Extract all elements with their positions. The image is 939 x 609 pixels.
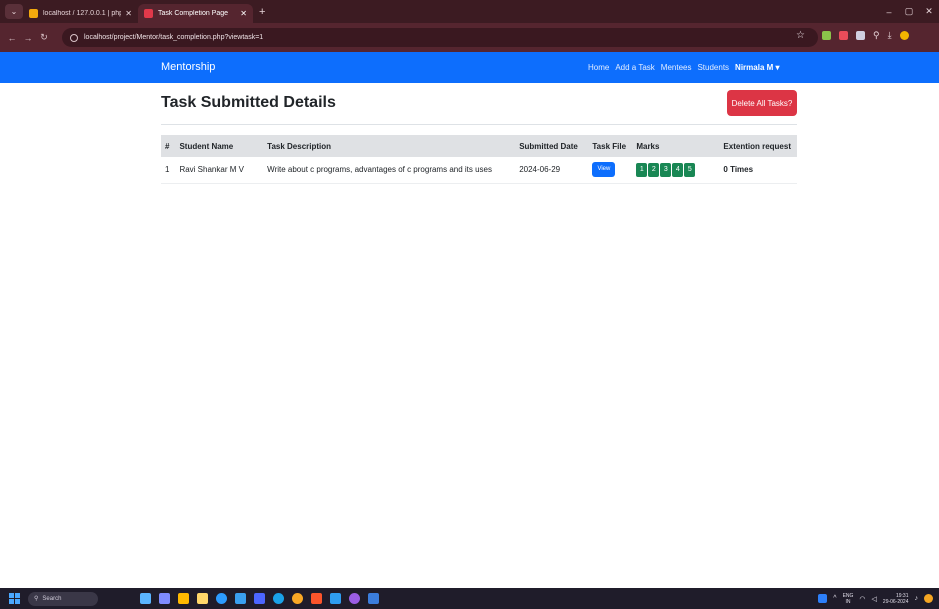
- taskbar-app-icon[interactable]: [235, 593, 246, 604]
- close-window-button[interactable]: ✕: [919, 6, 939, 17]
- close-tab-icon[interactable]: ✕: [125, 9, 132, 18]
- maximize-button[interactable]: ▢: [899, 6, 919, 17]
- delete-all-tasks-button[interactable]: Delete All Tasks?: [727, 90, 797, 116]
- tab-list-chevron-icon[interactable]: ⌄: [5, 4, 23, 19]
- nav-students-link[interactable]: Students: [697, 63, 729, 72]
- close-tab-icon[interactable]: ✕: [240, 9, 247, 18]
- copilot-icon[interactable]: [924, 594, 933, 603]
- task-table: # Student Name Task Description Submitte…: [161, 135, 797, 184]
- search-icon: ⚲: [34, 596, 39, 602]
- taskbar-app-icon[interactable]: [178, 593, 189, 604]
- search-placeholder: Search: [42, 595, 62, 602]
- mark-button-4[interactable]: 4: [672, 162, 684, 177]
- profile-avatar-icon[interactable]: [899, 31, 909, 40]
- taskbar-app-icon[interactable]: [140, 593, 151, 604]
- taskbar-app-icon[interactable]: [254, 593, 265, 604]
- user-name: Nirmala M: [735, 63, 774, 72]
- table-header-row: # Student Name Task Description Submitte…: [161, 135, 797, 157]
- phpmyadmin-favicon-icon: [29, 9, 38, 18]
- student-name: Ravi Shankar M V: [175, 157, 264, 184]
- brand-link[interactable]: Mentorship: [161, 61, 215, 73]
- task-page-favicon-icon: [144, 9, 153, 18]
- chrome-icon[interactable]: [292, 593, 303, 604]
- edge-browser-icon[interactable]: [216, 593, 227, 604]
- extension-icon[interactable]: [822, 31, 831, 40]
- new-tab-button[interactable]: +: [259, 6, 265, 18]
- browser-tab-phpmyadmin[interactable]: localhost / 127.0.0.1 | phpMyAd ✕: [23, 4, 138, 23]
- extension-icons: ⚲ ⤓: [822, 30, 909, 41]
- nav-add-task-link[interactable]: Add a Task: [615, 63, 654, 72]
- mark-button-3[interactable]: 3: [660, 162, 672, 177]
- url-field[interactable]: localhost/project/Mentor/task_completion…: [62, 28, 818, 47]
- language-indicator[interactable]: ENG IN: [843, 593, 854, 605]
- col-extension-header: Extention request: [719, 135, 797, 157]
- submitted-date: 2024-06-29: [515, 157, 589, 184]
- vscode-icon[interactable]: [330, 593, 341, 604]
- taskbar-clock[interactable]: 19:31 29-06-2024: [883, 593, 909, 605]
- table-row: 1 Ravi Shankar M V Write about c program…: [161, 157, 797, 184]
- col-index-header: #: [161, 135, 176, 157]
- page-title: Task Submitted Details: [161, 94, 336, 111]
- back-arrow-icon[interactable]: ←: [4, 33, 20, 43]
- nav-home-link[interactable]: Home: [588, 63, 609, 72]
- mark-button-2[interactable]: 2: [648, 162, 660, 177]
- site-info-icon[interactable]: [70, 33, 78, 42]
- volume-icon[interactable]: ◁: [872, 595, 877, 603]
- marks-cell: 12345: [632, 157, 720, 184]
- windows-start-icon[interactable]: [9, 593, 20, 604]
- view-file-button[interactable]: View: [592, 162, 616, 178]
- taskbar-search[interactable]: ⚲ Search: [28, 591, 98, 606]
- taskbar-apps: [140, 593, 379, 604]
- browser-tab-bar: ⌄ localhost / 127.0.0.1 | phpMyAd ✕ Task…: [0, 0, 939, 23]
- tab-label: localhost / 127.0.0.1 | phpMyAd: [43, 10, 122, 17]
- tab-label: Task Completion Page: [158, 10, 229, 17]
- download-icon[interactable]: ⤓: [888, 30, 892, 41]
- taskbar-app-icon[interactable]: [159, 593, 170, 604]
- title-divider: [161, 124, 797, 125]
- task-description: Write about c programs, advantages of c …: [263, 157, 516, 184]
- system-tray: ^ ENG IN ◠ ◁ 19:31 29-06-2024 ♪: [818, 588, 933, 609]
- file-explorer-icon[interactable]: [197, 593, 208, 604]
- col-marks-header: Marks: [632, 135, 720, 157]
- tray-app-icon[interactable]: [818, 594, 828, 603]
- row-index: 1: [161, 157, 176, 184]
- forward-arrow-icon[interactable]: →: [20, 33, 36, 43]
- extension-count: 0 Times: [719, 157, 797, 184]
- taskbar-app-icon[interactable]: [368, 593, 379, 604]
- windows-taskbar: ⚲ Search ^ ENG IN ◠ ◁ 19:31 29-06-2024 ♪: [0, 588, 939, 609]
- chevron-up-icon[interactable]: ^: [833, 595, 836, 602]
- url-text: localhost/project/Mentor/task_completion…: [84, 34, 264, 41]
- wifi-icon[interactable]: ◠: [859, 595, 865, 603]
- bookmark-star-icon[interactable]: ☆: [796, 30, 805, 41]
- mark-button-1[interactable]: 1: [636, 162, 648, 177]
- reload-icon[interactable]: ↻: [36, 32, 52, 43]
- minimize-button[interactable]: –: [879, 7, 899, 17]
- nav-mentees-link[interactable]: Mentees: [661, 63, 692, 72]
- browser-tab-task-completion[interactable]: Task Completion Page ✕: [138, 4, 253, 23]
- notification-bell-icon[interactable]: ♪: [915, 595, 919, 602]
- nav-links: Home Add a Task Mentees Students Nirmala…: [588, 63, 780, 72]
- mark-button-5[interactable]: 5: [684, 162, 696, 177]
- caret-down-icon: ▾: [775, 63, 780, 72]
- col-date-header: Submitted Date: [515, 135, 589, 157]
- taskbar-app-icon[interactable]: [349, 593, 360, 604]
- task-file-cell: View: [588, 157, 633, 184]
- extension-icon[interactable]: [839, 31, 848, 40]
- window-controls: – ▢ ✕: [879, 0, 939, 23]
- col-file-header: Task File: [588, 135, 633, 157]
- brave-icon[interactable]: [311, 593, 322, 604]
- user-dropdown[interactable]: Nirmala M ▾: [735, 63, 779, 72]
- extensions-puzzle-icon[interactable]: ⚲: [873, 30, 880, 41]
- extension-icon[interactable]: [856, 31, 865, 40]
- col-description-header: Task Description: [263, 135, 516, 157]
- telegram-icon[interactable]: [273, 593, 284, 604]
- app-navbar: Mentorship Home Add a Task Mentees Stude…: [0, 52, 939, 83]
- col-student-header: Student Name: [175, 135, 264, 157]
